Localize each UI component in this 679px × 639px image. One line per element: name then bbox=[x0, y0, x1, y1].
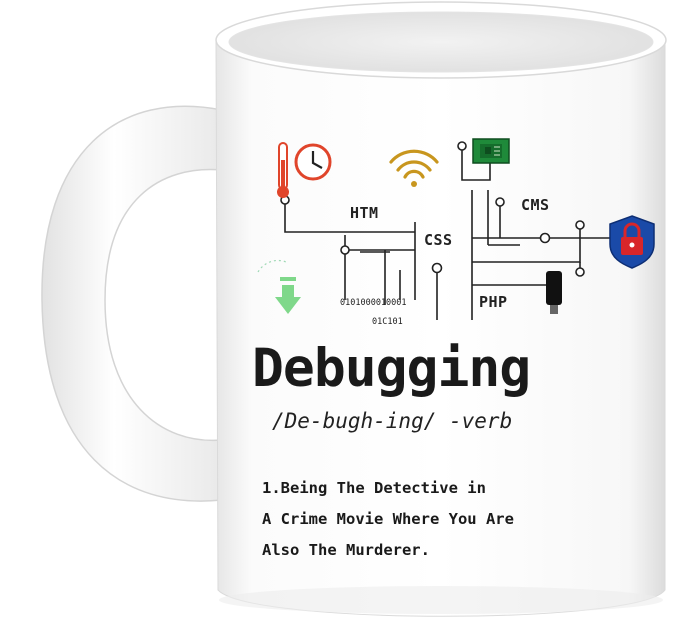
label-php: PHP bbox=[479, 293, 508, 311]
thermometer-clock-icon bbox=[277, 142, 332, 198]
binary-text-line2: 01C101 bbox=[372, 317, 403, 327]
mug-photo: HTM CSS CMS PHP 0101000010001 01C101 Deb… bbox=[0, 0, 679, 639]
chip-icon bbox=[472, 138, 510, 164]
usb-drive-icon bbox=[546, 271, 562, 314]
lock-shield-icon bbox=[609, 215, 655, 269]
download-arrow-icon bbox=[257, 259, 301, 314]
label-css: CSS bbox=[424, 231, 453, 249]
definition-line: A Crime Movie Where You Are bbox=[262, 510, 514, 528]
definition-text: 1.Being The Detective in A Crime Movie W… bbox=[262, 473, 514, 566]
pronunciation: /De-bugh-ing/ -verb bbox=[272, 409, 513, 433]
mug-print: HTM CSS CMS PHP 0101000010001 01C101 Deb… bbox=[0, 0, 679, 639]
binary-text-line1: 0101000010001 bbox=[340, 298, 407, 308]
definition-line: 1.Being The Detective in bbox=[262, 479, 486, 497]
label-htm: HTM bbox=[350, 204, 379, 222]
label-cms: CMS bbox=[521, 196, 550, 214]
wifi-icon bbox=[389, 149, 439, 187]
print-title: Debugging bbox=[252, 338, 531, 399]
definition-line: Also The Murderer. bbox=[262, 541, 430, 559]
